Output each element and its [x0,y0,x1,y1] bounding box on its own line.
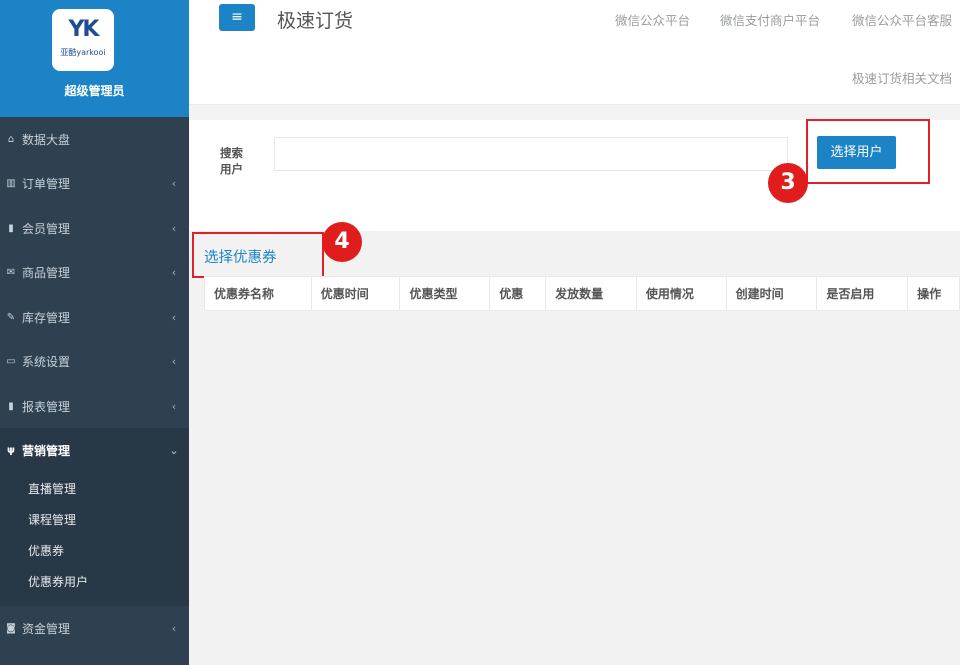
chevron-left-icon: ‹ [171,399,177,413]
nav-item-inventory[interactable]: ✎ 库存管理 ‹ [0,295,189,339]
logo-text: 亚酷yarkooi [60,48,106,57]
nav-item-label: 订单管理 [22,176,71,191]
annotation-box-3 [806,119,930,184]
bar-chart-icon: ▮ [8,400,14,412]
logo-mark: YK [68,17,100,42]
search-user-label: 搜索用户 [220,146,243,176]
home-icon: ⌂ [7,133,15,145]
submenu-item-coupons[interactable]: 优惠券 [28,542,64,559]
user-role: 超级管理员 [64,84,125,98]
nav-item-marketing[interactable]: ψ 营销管理 ⌄ [0,428,189,472]
nav-item-settings[interactable]: ▭ 系统设置 ‹ [0,339,189,383]
annotation-box-4 [192,232,324,278]
link-wechat-customer-service[interactable]: 微信公众平台客服 [852,10,952,29]
submenu-item-live[interactable]: 直播管理 [28,480,76,497]
submenu-item-coupon-users[interactable]: 优惠券用户 [28,573,88,590]
nav-item-label: 报表管理 [22,399,71,414]
link-wechat-pay-merchant[interactable]: 微信支付商户平台 [720,10,820,29]
nav-item-products[interactable]: ✉ 商品管理 ‹ [0,250,189,294]
column-header-created-time[interactable]: 创建时间 [727,277,818,310]
link-wechat-platform[interactable]: 微信公众平台 [615,10,690,29]
nav-item-label: 资金管理 [22,621,71,636]
top-header: ≡ 极速订货 微信公众平台 微信支付商户平台 微信公众平台客服 极速订货相关文档 [189,0,960,105]
chevron-left-icon: ‹ [171,176,177,190]
edit-icon: ✎ [6,311,16,323]
column-header-coupon-name[interactable]: 优惠券名称 [205,277,312,310]
hamburger-icon: ≡ [231,9,243,25]
nav-item-label: 数据大盘 [22,132,71,147]
column-header-discount-time[interactable]: 优惠时间 [312,277,401,310]
column-header-actions[interactable]: 操作 [908,277,959,310]
submenu-item-courses[interactable]: 课程管理 [28,511,76,528]
panel-gap [189,105,960,120]
nav-item-dashboard[interactable]: ⌂ 数据大盘 [0,117,189,161]
desktop-icon: ▭ [6,355,16,367]
chevron-left-icon: ‹ [171,621,177,635]
coupon-table-header: 优惠券名称 优惠时间 优惠类型 优惠 发放数量 使用情况 创建时间 是否启用 操… [204,276,960,311]
envelope-icon: ✉ [6,266,16,278]
nav-item-label: 商品管理 [22,265,71,280]
chevron-left-icon: ‹ [171,354,177,368]
nav-item-reports[interactable]: ▮ 报表管理 ‹ [0,384,189,428]
menu-toggle-button[interactable]: ≡ [219,4,255,31]
nav-item-label: 营销管理 [22,443,71,458]
bar-chart-icon: ▮ [8,222,14,234]
page-title: 极速订货 [277,10,354,32]
link-docs[interactable]: 极速订货相关文档 [852,68,952,87]
column-header-issued-quantity[interactable]: 发放数量 [546,277,637,310]
annotation-badge-4: 4 [322,222,362,262]
nav-item-label: 系统设置 [22,354,71,369]
cutlery-icon: ψ [7,444,15,456]
money-icon: ◙ [6,622,16,634]
column-header-usage[interactable]: 使用情况 [637,277,727,310]
brand-header: YK 亚酷yarkooi 超级管理员 [0,0,189,117]
annotation-badge-3: 3 [768,163,808,203]
column-header-discount[interactable]: 优惠 [490,277,547,310]
marketing-submenu: 直播管理 课程管理 优惠券 优惠券用户 [0,472,189,606]
columns-icon: ▥ [6,177,16,189]
chevron-left-icon: ‹ [171,221,177,235]
nav-item-label: 库存管理 [22,310,71,325]
company-logo[interactable]: YK 亚酷yarkooi [52,9,114,71]
sidebar: YK 亚酷yarkooi 超级管理员 ⌂ 数据大盘 ▥ 订单管理 ‹ ▮ 会员管… [0,0,189,665]
column-header-discount-type[interactable]: 优惠类型 [400,277,491,310]
chevron-down-icon: ⌄ [169,443,179,457]
nav-item-finance[interactable]: ◙ 资金管理 ‹ [0,606,189,650]
column-header-enabled[interactable]: 是否启用 [817,277,909,310]
nav-item-orders[interactable]: ▥ 订单管理 ‹ [0,161,189,205]
search-user-input[interactable] [274,137,788,171]
nav-item-members[interactable]: ▮ 会员管理 ‹ [0,206,189,250]
chevron-left-icon: ‹ [171,265,177,279]
chevron-left-icon: ‹ [171,310,177,324]
nav-item-label: 会员管理 [22,221,71,236]
